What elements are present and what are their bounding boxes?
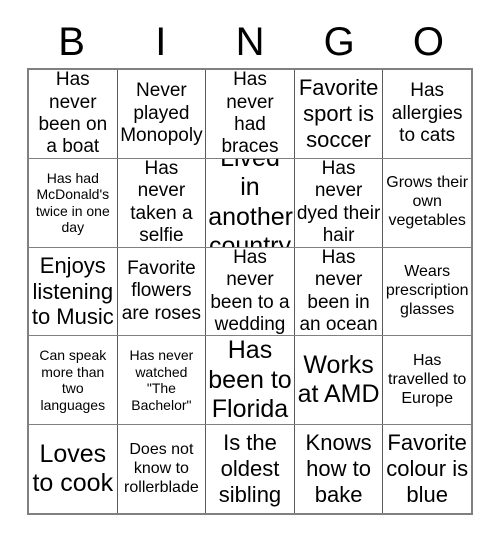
bingo-cell[interactable]: Has never dyed their hair — [293, 158, 383, 247]
bingo-cell[interactable]: Can speak more than two languages — [29, 336, 117, 425]
bingo-row: Has had McDonald's twice in one day Has … — [29, 157, 471, 247]
bingo-row: Has never been on a boat Never played Mo… — [29, 70, 471, 158]
bingo-cell-label: Has never been on a boat — [38, 70, 108, 158]
bingo-cell[interactable]: Has been to Florida — [205, 336, 294, 425]
bingo-cell[interactable]: Does not know to rollerblade — [116, 425, 206, 513]
bingo-header-letter-n: N — [235, 20, 265, 64]
bingo-cell-label: Knows how to bake — [305, 430, 372, 508]
bingo-cell[interactable]: Loves to cook — [29, 425, 117, 513]
bingo-header-letter-b: B — [58, 20, 85, 64]
bingo-cell-label: Has never taken a selfie — [130, 158, 193, 247]
bingo-cell-label: Never played Monopoly — [120, 80, 203, 147]
bingo-cell-label: Grows their own vegetables — [386, 174, 469, 230]
bingo-cell-label: Has never been in an ocean — [299, 247, 378, 335]
bingo-cell[interactable]: Has never watched "The Bachelor" — [116, 336, 206, 425]
bingo-row: Can speak more than two languages Has ne… — [29, 335, 471, 425]
bingo-cell-label: Loves to cook — [32, 439, 114, 498]
bingo-cell[interactable]: Lived in another country — [205, 158, 294, 247]
bingo-cell-label: Has travelled to Europe — [388, 351, 467, 407]
bingo-cell-label: Wears prescription glasses — [385, 263, 469, 318]
bingo-grid: Has never been on a boat Never played Mo… — [27, 68, 473, 515]
bingo-cell-label: Has never been to a wedding — [210, 247, 290, 335]
bingo-header-row: B I N G O — [27, 16, 473, 68]
bingo-cell-label: Favorite colour is blue — [386, 430, 469, 508]
bingo-cell-label: Can speak more than two languages — [39, 347, 107, 413]
bingo-cell-label: Has allergies to cats — [391, 80, 463, 147]
bingo-cell[interactable]: Works at AMD — [293, 336, 383, 425]
bingo-cell-label: Enjoys listening to Music — [31, 252, 114, 330]
bingo-row: Loves to cook Does not know to rollerbla… — [29, 424, 471, 513]
bingo-cell[interactable]: Favorite flowers are roses — [116, 247, 206, 336]
bingo-cell[interactable]: Has never been in an ocean — [293, 247, 383, 336]
bingo-cell-label: Has been to Florida — [208, 336, 292, 424]
bingo-cell-label: Has had McDonald's twice in one day — [35, 169, 110, 236]
bingo-cell[interactable]: Favorite sport is soccer — [293, 70, 383, 158]
bingo-card: B I N G O Has never been on a boat Never… — [0, 0, 500, 544]
bingo-header-letter-g: G — [323, 20, 355, 64]
bingo-cell-label: Favorite sport is soccer — [298, 74, 379, 152]
bingo-row: Enjoys listening to Music Favorite flowe… — [29, 246, 471, 336]
bingo-cell[interactable]: Favorite colour is blue — [382, 425, 471, 513]
bingo-cell[interactable]: Never played Monopoly — [116, 70, 206, 158]
bingo-cell[interactable]: Has never been on a boat — [29, 70, 117, 158]
bingo-cell-label: Works at AMD — [297, 350, 380, 409]
bingo-cell[interactable]: Has never been to a wedding — [205, 247, 294, 336]
bingo-cell-label: Has never had braces — [221, 70, 279, 158]
bingo-cell-label: Lived in another country — [208, 159, 293, 247]
bingo-cell[interactable]: Wears prescription glasses — [382, 247, 471, 336]
bingo-cell[interactable]: Is the oldest sibling — [205, 425, 294, 513]
bingo-cell-label: Does not know to rollerblade — [124, 440, 199, 496]
bingo-cell[interactable]: Has allergies to cats — [382, 70, 471, 158]
bingo-cell-label: Favorite flowers are roses — [121, 257, 201, 324]
bingo-cell[interactable]: Knows how to bake — [293, 425, 383, 513]
bingo-header-letter-o: O — [412, 20, 444, 64]
bingo-cell[interactable]: Has never had braces — [205, 70, 294, 158]
bingo-cell[interactable]: Has had McDonald's twice in one day — [29, 158, 117, 247]
bingo-cell-label: Is the oldest sibling — [218, 430, 282, 508]
bingo-cell[interactable]: Has travelled to Europe — [382, 336, 471, 425]
bingo-header-letter-i: I — [155, 20, 167, 64]
bingo-cell[interactable]: Has never taken a selfie — [116, 158, 206, 247]
bingo-cell[interactable]: Enjoys listening to Music — [29, 247, 117, 336]
bingo-cell[interactable]: Grows their own vegetables — [382, 158, 471, 247]
bingo-cell-label: Has never dyed their hair — [296, 158, 381, 247]
bingo-cell-label: Has never watched "The Bachelor" — [129, 347, 194, 413]
